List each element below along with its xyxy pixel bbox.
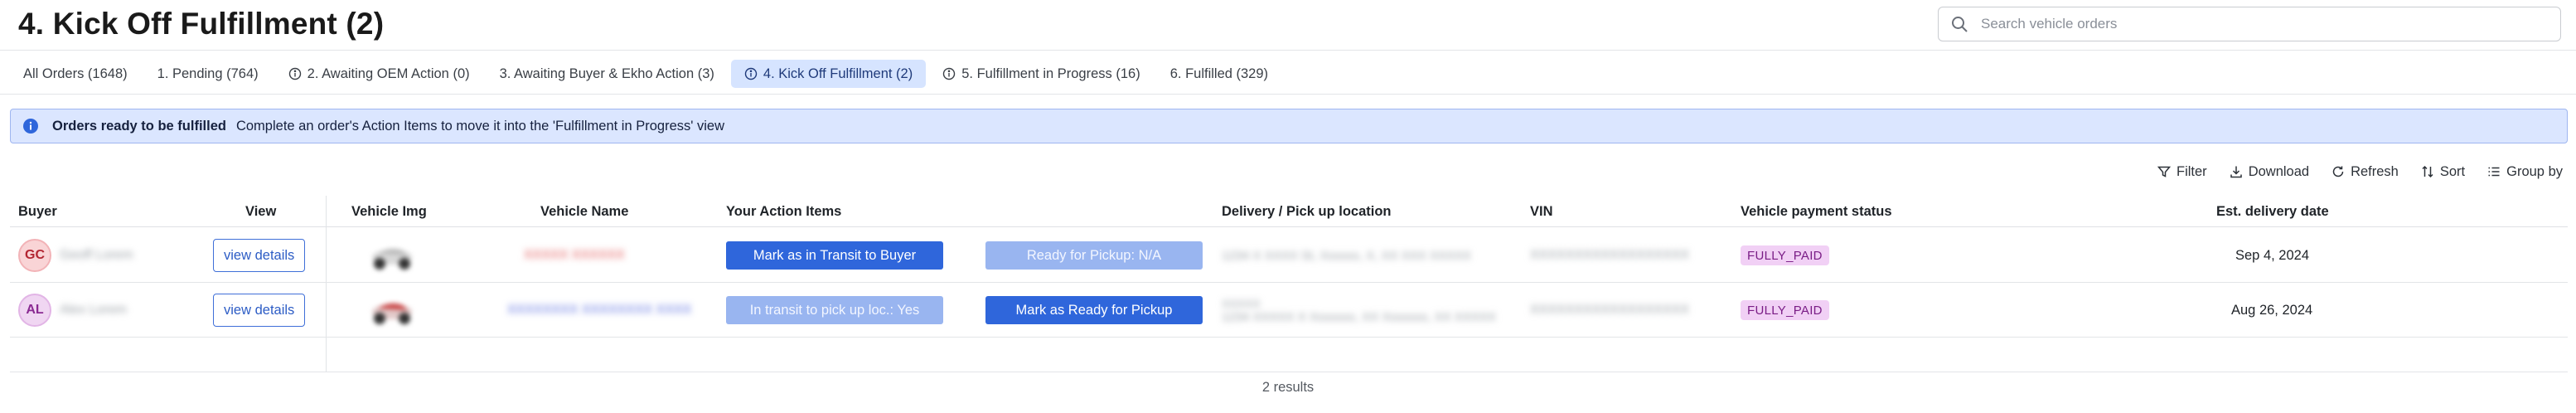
mark-in-transit-button[interactable]: Mark as in Transit to Buyer: [726, 241, 943, 270]
banner-title: Orders ready to be fulfilled: [52, 118, 226, 134]
table-toolbar: Filter Download Refresh Sort Group by: [2135, 160, 2563, 183]
info-outline-icon: [943, 67, 956, 80]
delivery-date: Sep 4, 2024: [2235, 247, 2309, 263]
tabs-divider: [0, 94, 2576, 95]
tab-awaiting-oem-action[interactable]: 2. Awaiting OEM Action (0): [275, 60, 483, 88]
column-header-action-items[interactable]: Your Action Items: [726, 196, 841, 227]
search-input[interactable]: [1981, 16, 2528, 32]
tab-label: All Orders (1648): [23, 66, 128, 81]
filter-icon: [2157, 166, 2172, 177]
table-row[interactable]: GC Geoff Lorem view details XXXXX XXXXXX…: [10, 228, 2568, 283]
vehicle-image: [372, 248, 412, 270]
table-row[interactable]: AL Alex Lorem view details XXXXXXXX XXXX…: [10, 283, 2568, 338]
sort-label: Sort: [2439, 163, 2466, 179]
tab-pending[interactable]: 1. Pending (764): [144, 60, 272, 88]
column-header-location[interactable]: Delivery / Pick up location: [1222, 196, 1392, 227]
header-divider: [0, 50, 2576, 51]
buyer-name: Alex Lorem: [60, 303, 127, 317]
avatar: GC: [18, 239, 51, 272]
view-details-button[interactable]: view details: [213, 294, 306, 327]
tab-all-orders[interactable]: All Orders (1648): [10, 60, 141, 88]
vin-value: XXXXXXXXXXXXXXXXXX: [1530, 303, 1690, 317]
table-header: Buyer View Vehicle Img Vehicle Name Your…: [10, 196, 2568, 227]
delivery-date: Aug 26, 2024: [2231, 302, 2313, 318]
sort-button[interactable]: Sort: [2420, 164, 2465, 180]
search-icon: [1952, 17, 1968, 32]
vehicle-name: XXXXXXXX XXXXXXXX XXXX: [507, 303, 692, 317]
tab-label: 3. Awaiting Buyer & Ekho Action (3): [499, 66, 714, 81]
group-by-label: Group by: [2506, 163, 2563, 179]
column-header-view[interactable]: View: [245, 196, 276, 227]
tab-label: 6. Fulfilled (329): [1169, 66, 1269, 81]
group-by-button[interactable]: Group by: [2486, 164, 2563, 180]
download-button[interactable]: Download: [2229, 164, 2309, 180]
banner-text: Complete an order's Action Items to move…: [235, 118, 724, 134]
column-header-vin[interactable]: VIN: [1530, 196, 1553, 227]
buyer-name: Geoff Lorem: [60, 248, 133, 262]
vin-value: XXXXXXXXXXXXXXXXXX: [1530, 248, 1690, 262]
vehicle-name: XXXXX XXXXXX: [524, 248, 625, 262]
tab-awaiting-buyer-ekho-action[interactable]: 3. Awaiting Buyer & Ekho Action (3): [487, 60, 728, 88]
avatar: AL: [18, 294, 51, 327]
refresh-label: Refresh: [2351, 163, 2399, 179]
page-title: 4. Kick Off Fulfillment (2): [18, 7, 385, 41]
column-header-vehicle-img[interactable]: Vehicle Img: [351, 196, 427, 227]
results-count: 2 results: [1261, 380, 1315, 395]
tab-label: 1. Pending (764): [157, 66, 259, 81]
tab-label: 4. Kick Off Fulfillment (2): [763, 66, 913, 81]
delivery-location: 1234 XXXXX X Xxxxxxx, XX Xxxxxxx, XX XXX…: [1222, 309, 1496, 324]
download-icon: [2230, 166, 2242, 178]
payment-status-badge: FULLY_PAID: [1741, 300, 1829, 320]
tab-label: 5. Fulfillment in Progress (16): [961, 66, 1140, 81]
payment-status-badge: FULLY_PAID: [1741, 245, 1829, 265]
tab-fulfilled[interactable]: 6. Fulfilled (329): [1157, 60, 1281, 88]
filter-button[interactable]: Filter: [2157, 164, 2207, 180]
filter-label: Filter: [2177, 163, 2207, 179]
vehicle-image: [372, 303, 412, 324]
sort-icon: [2422, 165, 2433, 178]
info-icon: [23, 119, 38, 134]
column-header-payment-status[interactable]: Vehicle payment status: [1741, 196, 1892, 227]
column-header-buyer[interactable]: Buyer: [18, 196, 57, 227]
delivery-location: 1234 X XXXX St, Xxxxxx, X, XX XXX XXXXX: [1222, 248, 1471, 263]
status-tabs: All Orders (1648) 1. Pending (764) 2. Aw…: [10, 60, 1285, 88]
refresh-icon: [2332, 166, 2344, 177]
tab-fulfillment-in-progress[interactable]: 5. Fulfillment in Progress (16): [929, 60, 1154, 88]
view-details-button[interactable]: view details: [213, 239, 306, 272]
delivery-location-name: XXXXX: [1222, 296, 1261, 310]
info-outline-icon: [744, 67, 758, 80]
mark-ready-for-pickup-button[interactable]: Mark as Ready for Pickup: [985, 296, 1203, 324]
column-header-delivery-date[interactable]: Est. delivery date: [2216, 196, 2329, 227]
tab-label: 2. Awaiting OEM Action (0): [307, 66, 470, 81]
in-transit-status: In transit to pick up loc.: Yes: [726, 296, 943, 324]
info-banner: Orders ready to be fulfilled Complete an…: [10, 109, 2568, 143]
ready-for-pickup-status: Ready for Pickup: N/A: [985, 241, 1203, 270]
search-box[interactable]: [1938, 7, 2561, 41]
column-header-vehicle-name[interactable]: Vehicle Name: [540, 196, 628, 227]
list-icon: [2488, 167, 2500, 177]
download-label: Download: [2248, 163, 2310, 179]
refresh-button[interactable]: Refresh: [2331, 164, 2399, 180]
tab-kick-off-fulfillment[interactable]: 4. Kick Off Fulfillment (2): [730, 60, 927, 88]
info-outline-icon: [288, 67, 301, 80]
